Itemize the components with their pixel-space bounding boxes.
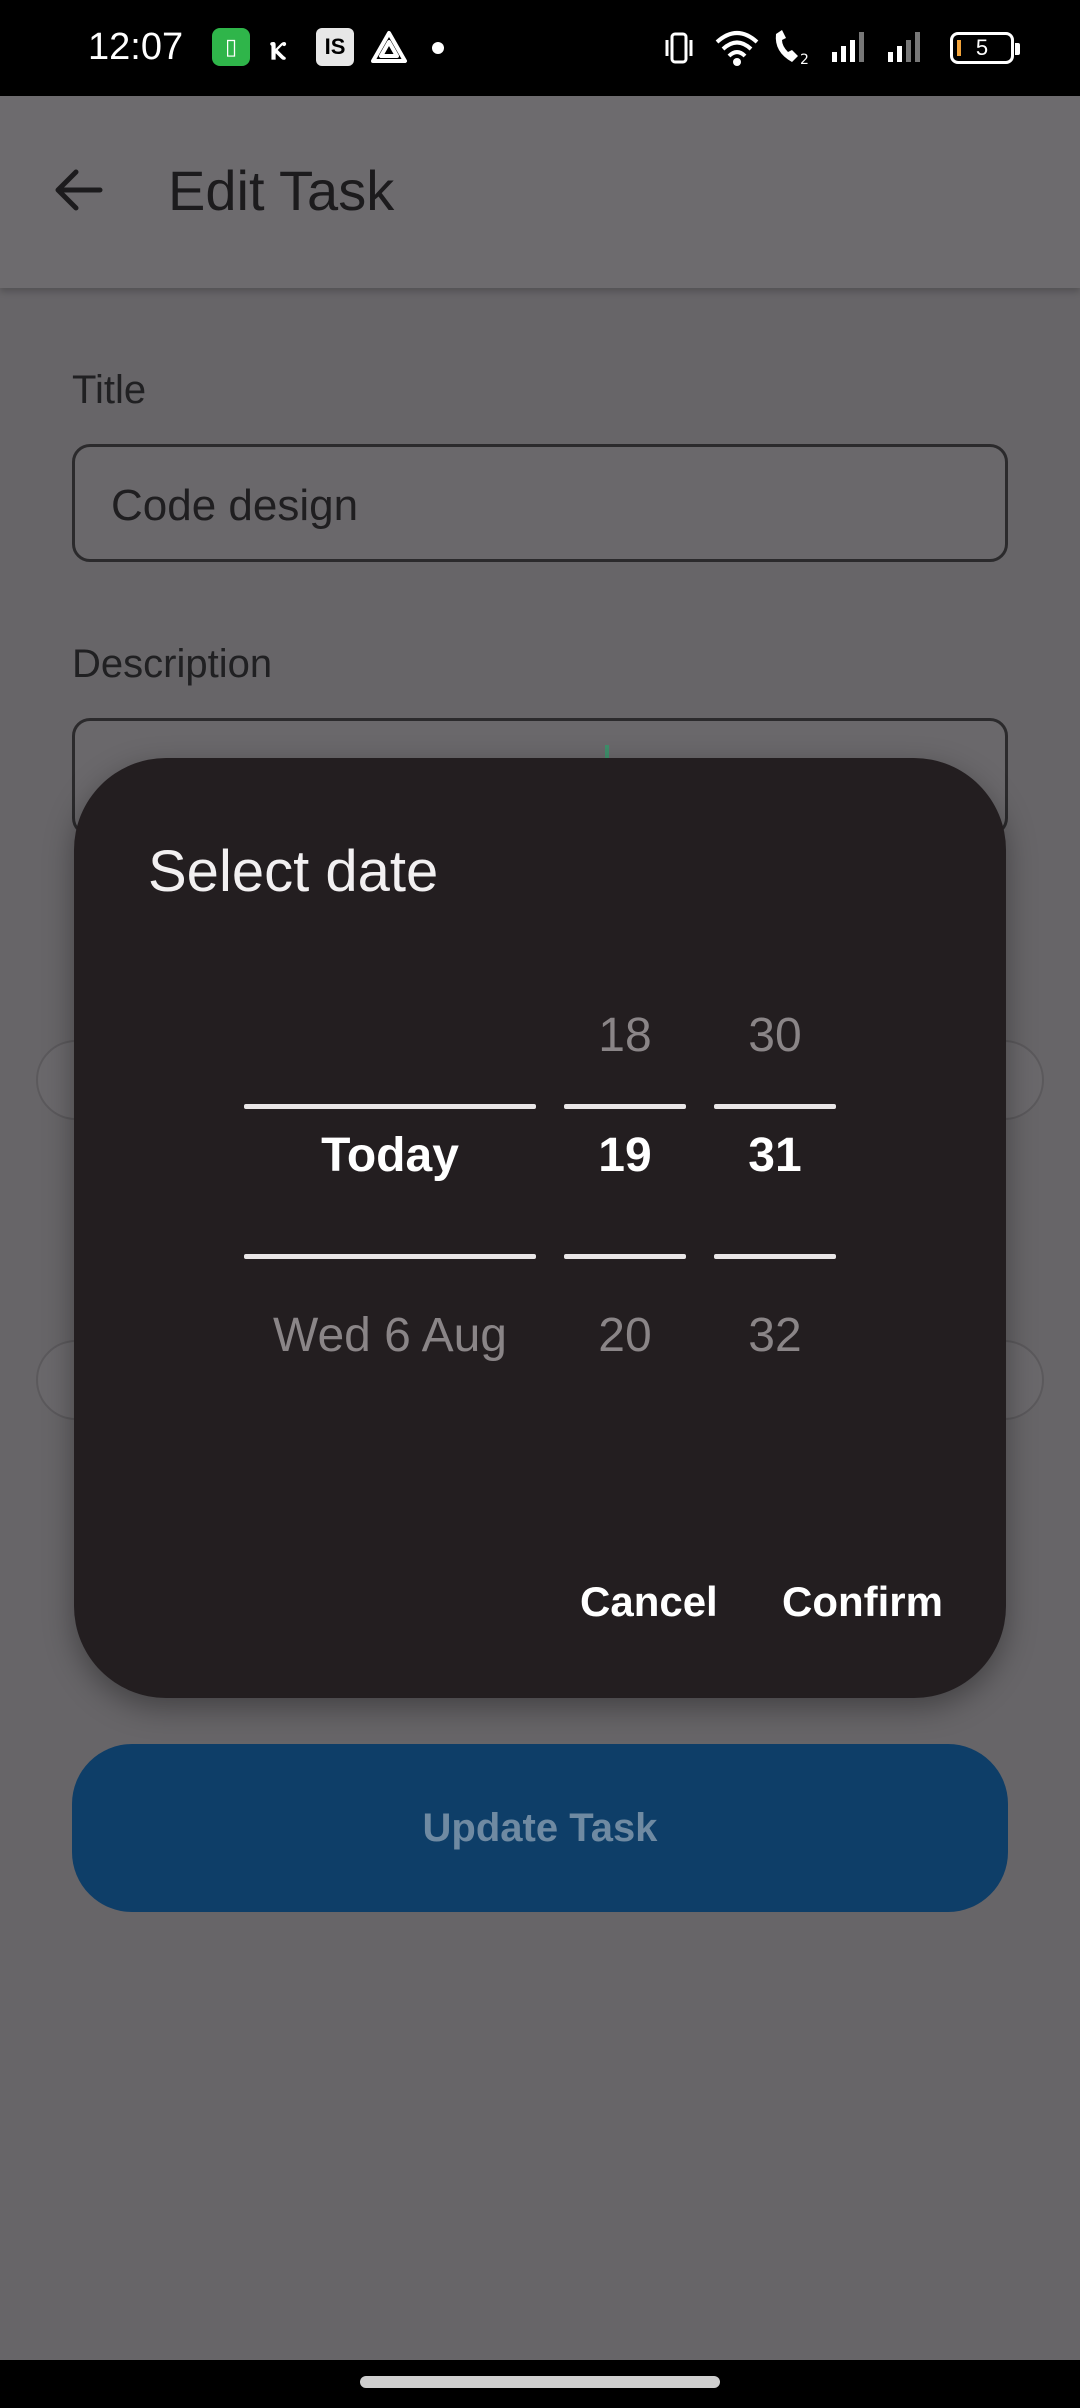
signal-2-icon xyxy=(886,28,924,69)
hour-selection-top-line xyxy=(564,1104,686,1109)
day-picker[interactable]: Today Wed 6 Aug xyxy=(244,1028,536,1362)
more-notifications-dot-icon xyxy=(432,42,444,54)
navigation-bar xyxy=(0,2360,1080,2408)
status-time: 12:07 xyxy=(88,26,184,68)
signal-1-icon xyxy=(830,28,868,69)
wifi-icon xyxy=(714,28,760,73)
minute-selection-bottom-line xyxy=(714,1254,836,1259)
app-bar: Edit Task xyxy=(0,96,1080,288)
home-gesture-handle[interactable] xyxy=(360,2376,720,2388)
day-selection-top-line xyxy=(244,1104,536,1109)
k-notification-icon: ⲕ xyxy=(270,26,287,67)
day-next[interactable]: Wed 6 Aug xyxy=(244,1308,536,1363)
hour-selection-bottom-line xyxy=(564,1254,686,1259)
title-field-value: Code design xyxy=(111,481,359,530)
select-date-dialog: Select date Today Wed 6 Aug 18 19 20 30 … xyxy=(74,758,1006,1698)
description-label: Description xyxy=(72,642,273,686)
drive-notification-icon xyxy=(370,30,408,69)
title-field[interactable]: Code design xyxy=(72,444,1008,562)
dialog-title: Select date xyxy=(148,839,439,904)
day-selected[interactable]: Today xyxy=(244,1128,536,1183)
minute-picker[interactable]: 30 31 32 xyxy=(714,1009,836,1362)
minute-prev[interactable]: 30 xyxy=(714,1008,836,1063)
update-task-button[interactable]: Update Task xyxy=(72,1744,1008,1912)
page-title: Edit Task xyxy=(168,159,395,222)
title-label: Title xyxy=(72,368,147,412)
status-bar: 12:07 ▯ ⲕ IS 2 5 xyxy=(0,0,1080,96)
battery-icon: 5 xyxy=(950,32,1020,64)
cancel-button[interactable]: Cancel xyxy=(580,1578,718,1626)
vibrate-icon xyxy=(664,28,694,73)
day-selection-bottom-line xyxy=(244,1254,536,1259)
minute-selected[interactable]: 31 xyxy=(714,1128,836,1183)
wifi-calling-icon: 2 xyxy=(770,28,814,73)
hour-selected[interactable]: 19 xyxy=(564,1128,686,1183)
svg-text:2: 2 xyxy=(800,52,809,68)
hour-picker[interactable]: 18 19 20 xyxy=(564,1009,686,1362)
minute-next[interactable]: 32 xyxy=(714,1308,836,1363)
minute-selection-top-line xyxy=(714,1104,836,1109)
battery-level: 5 xyxy=(975,35,989,60)
is-notification-icon: IS xyxy=(316,28,354,66)
arrow-back-icon[interactable] xyxy=(50,162,106,218)
app-notification-icon: ▯ xyxy=(212,28,250,66)
confirm-button[interactable]: Confirm xyxy=(782,1578,943,1626)
hour-next[interactable]: 20 xyxy=(564,1308,686,1363)
hour-prev[interactable]: 18 xyxy=(564,1008,686,1063)
